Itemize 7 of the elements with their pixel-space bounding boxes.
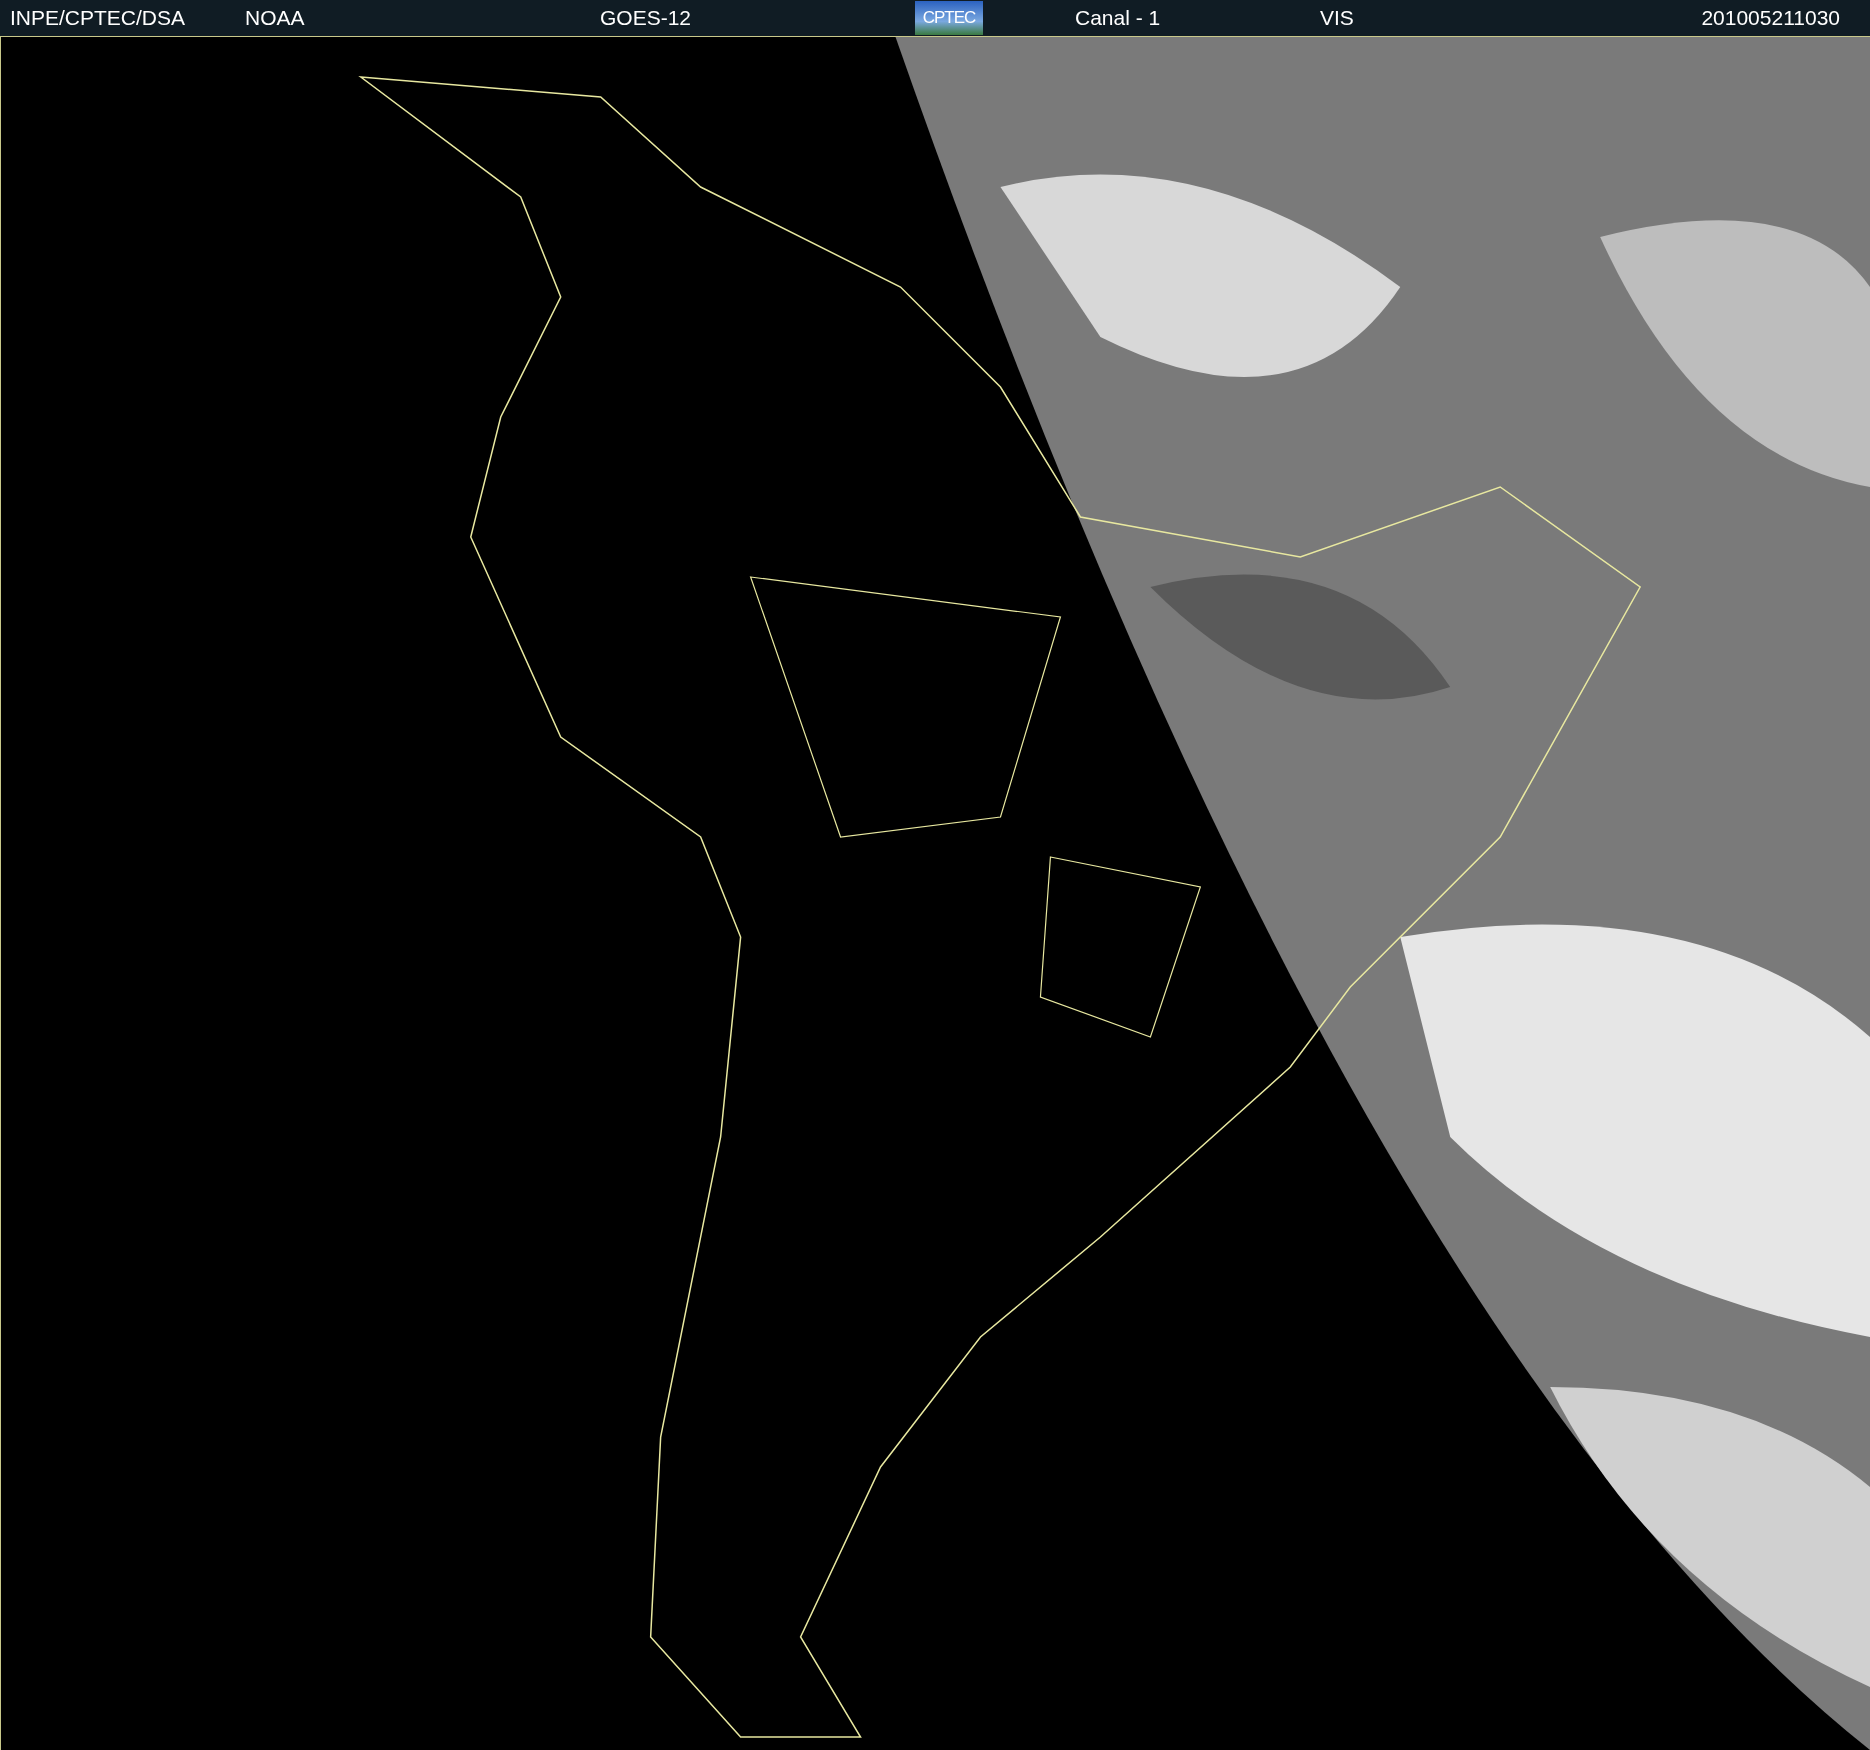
channel-label: Canal - 1 [1075, 6, 1162, 30]
source-label: INPE/CPTEC/DSA [10, 6, 187, 30]
band-label: VIS [1320, 6, 1355, 30]
logo: CPTEC [915, 1, 983, 35]
satellite-label: GOES-12 [600, 6, 693, 30]
agency-label: NOAA [245, 6, 306, 30]
timestamp-label: 201005211030 [1701, 6, 1840, 30]
